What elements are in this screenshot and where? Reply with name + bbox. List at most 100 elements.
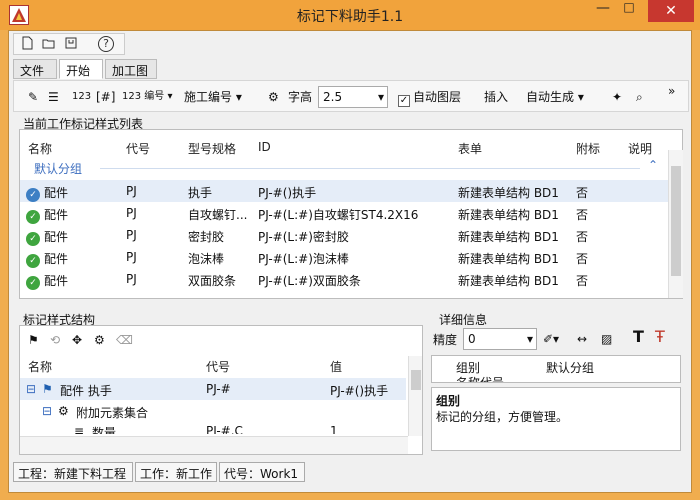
row-attach: 否	[576, 230, 589, 244]
bracket-icon[interactable]: [#]	[96, 87, 115, 107]
group-divider	[100, 168, 640, 169]
process-number-button[interactable]: 施工编号 ▾	[184, 87, 242, 107]
property-grid: 组别 默认分组 名称代号	[431, 355, 681, 383]
col-spec[interactable]: 型号规格	[188, 140, 236, 157]
hatch-icon[interactable]: ▨	[601, 329, 612, 349]
list-row[interactable]: ✓ 配件 PJ 密封胶 PJ-#(L:#)密封胶 新建表单结构 BD1 否	[20, 224, 668, 246]
text-style-icon[interactable]: T	[633, 327, 644, 347]
auto-layer-label: 自动图层	[413, 90, 462, 104]
row-form: 新建表单结构 BD1	[458, 252, 559, 266]
ok-check-icon: ✓	[26, 276, 40, 290]
structure-toolbar: ⚑ ⟲ ✥ ⚙ ⌫	[28, 330, 408, 350]
pencil-icon[interactable]: ✎	[28, 87, 38, 107]
tab-processing-drawing[interactable]: 加工图	[105, 59, 157, 79]
width-icon[interactable]: ↔	[577, 329, 587, 349]
row-name: 配件	[44, 186, 69, 200]
precision-value: 0	[468, 332, 476, 346]
checkbox-check-icon: ✓	[398, 95, 410, 107]
tree-row[interactable]: ≡ 数量 PJ-#.C 1	[20, 420, 406, 434]
col-note[interactable]: 说明	[628, 140, 652, 157]
row-form: 新建表单结构 BD1	[458, 274, 559, 288]
numbering-icon[interactable]: 123	[72, 87, 91, 107]
structure-hscrollbar[interactable]	[20, 436, 408, 454]
row-code: PJ	[126, 272, 137, 286]
structure-scroll-thumb[interactable]	[411, 370, 421, 390]
col-id[interactable]: ID	[258, 140, 271, 154]
insert-button[interactable]: 插入	[484, 87, 508, 107]
pen-tool-icon[interactable]: ✐▾	[543, 329, 559, 349]
maximize-button[interactable]: □	[616, 0, 642, 22]
collapse-icon[interactable]: ⊟	[42, 404, 52, 418]
col-code[interactable]: 代号	[126, 140, 150, 157]
text-color-icon[interactable]: Ŧ	[655, 327, 665, 347]
new-icon[interactable]	[18, 36, 36, 52]
desc-text: 标记的分组，方便管理。	[436, 410, 569, 424]
more-icon[interactable]: »	[668, 81, 675, 101]
tab-file[interactable]: 文件	[13, 59, 57, 79]
list-scrollbar[interactable]	[668, 150, 683, 298]
zoom-icon[interactable]: ⌕	[636, 87, 643, 107]
list-row[interactable]: ✓ 配件 PJ 自攻螺钉... PJ-#(L:#)自攻螺钉ST4.2X16 新建…	[20, 202, 668, 224]
struct-col-name: 名称	[28, 360, 53, 374]
row-id: PJ-#(L:#)密封胶	[258, 230, 349, 244]
auto-layer-checkbox[interactable]: ✓ 自动图层	[398, 87, 461, 107]
open-icon[interactable]	[40, 36, 58, 52]
number-label: 编号	[144, 91, 165, 102]
style-list-panel: 名称 代号 型号规格 ID 表单 附标 说明 默认分组 ⌃ ✓ 配件 PJ 执手…	[19, 129, 683, 299]
prop-next: 名称代号	[456, 376, 505, 383]
tree-name: 配件 执手	[60, 384, 112, 398]
row-form: 新建表单结构 BD1	[458, 186, 559, 200]
row-code: PJ	[126, 250, 137, 264]
col-attach[interactable]: 附标	[576, 140, 600, 157]
list-row[interactable]: ✓ 配件 PJ 执手 PJ-#()执手 新建表单结构 BD1 否	[20, 180, 668, 202]
desc-title: 组别	[436, 394, 461, 408]
move-icon[interactable]: ✥	[72, 330, 82, 350]
refresh-icon[interactable]: ⟲	[50, 330, 60, 350]
collapse-group-icon[interactable]: ⌃	[648, 158, 658, 172]
eraser-icon[interactable]: ⌫	[116, 330, 133, 350]
list-row[interactable]: ✓ 配件 PJ 泡沫棒 PJ-#(L:#)泡沫棒 新建表单结构 BD1 否	[20, 246, 668, 268]
row-code: PJ	[126, 228, 137, 242]
flag-icon[interactable]: ⚑	[28, 330, 39, 350]
row-id: PJ-#(L:#)泡沫棒	[258, 252, 349, 266]
list-row[interactable]: ✓ 配件 PJ 双面胶条 PJ-#(L:#)双面胶条 新建表单结构 BD1 否	[20, 268, 668, 290]
font-height-value: 2.5	[323, 90, 343, 104]
group-default[interactable]: 默认分组	[34, 160, 82, 177]
row-spec: 双面胶条	[188, 274, 237, 288]
gear-icon[interactable]: ⚙	[268, 87, 279, 107]
structure-scrollbar[interactable]	[408, 356, 422, 436]
pin-icon[interactable]: ✦	[612, 87, 622, 107]
stack-icon: ≡	[74, 424, 85, 434]
row-id: PJ-#()执手	[258, 186, 317, 200]
list-scroll-thumb[interactable]	[671, 166, 681, 276]
prop-value[interactable]: 默认分组	[546, 359, 594, 376]
tree-row[interactable]: ⊟ ⚑ 配件 执手 PJ-# PJ-#()执手	[20, 378, 406, 400]
help-icon[interactable]: ?	[98, 36, 114, 52]
struct-col-code: 代号	[206, 360, 231, 374]
settings-icon[interactable]: ⚙	[94, 330, 105, 350]
col-form[interactable]: 表单	[458, 140, 482, 157]
save-icon[interactable]	[62, 36, 80, 52]
row-attach: 否	[576, 274, 589, 288]
row-code: PJ	[126, 184, 137, 198]
list-icon[interactable]: ☰	[48, 87, 59, 107]
auto-generate-button[interactable]: 自动生成 ▾	[526, 87, 584, 107]
collapse-icon[interactable]: ⊟	[26, 382, 36, 396]
row-name: 配件	[44, 230, 69, 244]
precision-combo[interactable]: 0 ▾	[463, 328, 537, 350]
quick-access-toolbar: ?	[13, 33, 125, 55]
number-button[interactable]: 123 编号 ▾	[122, 87, 172, 107]
main-window: 标记下料助手1.1 — □ ✕ ? 文件 开始 加工图 ✎ ☰ 123 [#] …	[0, 0, 700, 500]
minimize-button[interactable]: —	[590, 0, 616, 22]
close-button[interactable]: ✕	[648, 0, 694, 22]
tree-row[interactable]: ⊟ ⚙ 附加元素集合	[20, 400, 406, 422]
tab-start[interactable]: 开始	[59, 59, 103, 79]
font-height-combo[interactable]: 2.5 ▾	[318, 86, 388, 108]
col-name[interactable]: 名称	[28, 140, 52, 157]
font-height-label: 字高	[288, 90, 313, 104]
selected-check-icon: ✓	[26, 188, 40, 202]
row-spec: 执手	[188, 186, 213, 200]
row-name: 配件	[44, 274, 69, 288]
description-box: 组别 标记的分组，方便管理。	[431, 387, 681, 451]
row-spec: 密封胶	[188, 230, 225, 244]
